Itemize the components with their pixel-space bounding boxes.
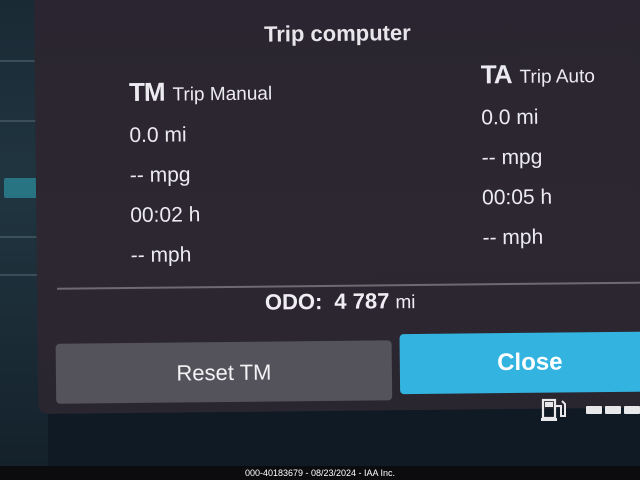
fuel-level-bars-icon [586, 406, 640, 414]
close-button[interactable]: Close [399, 331, 640, 395]
trip-manual-name: Trip Manual [172, 83, 273, 106]
trip-manual-abbr: TM [128, 76, 165, 108]
trip-auto-name: Trip Auto [519, 66, 596, 88]
odometer-readout: ODO: 4 787 mi [37, 286, 640, 318]
trip-auto-speed: -- mph [482, 225, 544, 250]
trip-manual-economy: -- mpg [129, 163, 191, 188]
trip-manual-distance: 0.0 mi [129, 123, 187, 148]
odometer-value: 4 787 [334, 288, 390, 314]
image-caption: 000-40183679 - 08/23/2024 - IAA Inc. [0, 466, 640, 480]
fuel-pump-icon [541, 398, 566, 421]
trip-auto-time: 00:05 h [481, 185, 553, 210]
trip-manual-speed: -- mph [130, 243, 192, 268]
trip-auto-distance: 0.0 mi [481, 105, 539, 130]
trip-auto-abbr: TA [480, 59, 512, 90]
trip-auto-panel: TA Trip Auto 0.0 mi -- mpg 00:05 h -- mp… [481, 58, 597, 258]
odometer-label: ODO: [264, 288, 323, 315]
trip-manual-panel: TM Trip Manual 0.0 mi -- mpg 00:02 h -- … [129, 76, 274, 276]
trip-computer-dialog: Trip computer TM Trip Manual 0.0 mi -- m… [34, 0, 640, 414]
dialog-title: Trip computer [263, 20, 411, 47]
reset-tm-button[interactable]: Reset TM [55, 340, 393, 404]
trip-auto-economy: -- mpg [481, 145, 543, 170]
odometer-unit: mi [395, 292, 416, 314]
trip-manual-time: 00:02 h [130, 203, 201, 228]
